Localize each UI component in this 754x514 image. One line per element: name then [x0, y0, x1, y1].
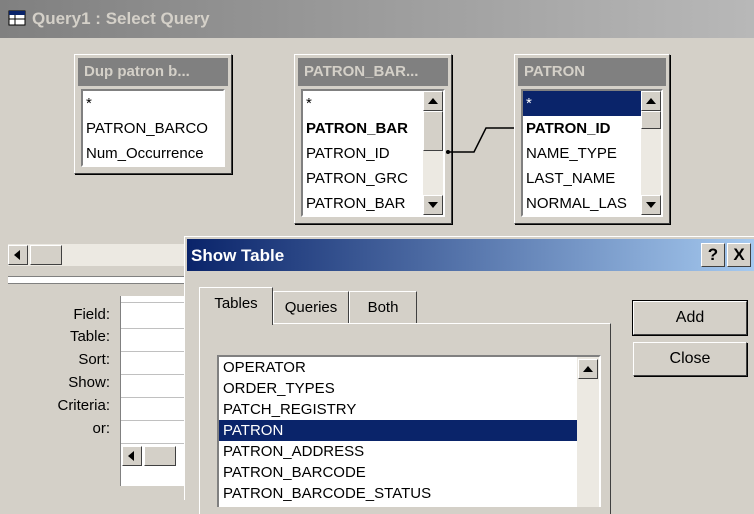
list-item-selected[interactable]: PATRON	[219, 420, 599, 441]
field-item[interactable]: PATRON_GRC	[303, 166, 443, 191]
query-design-pane: Dup patron b... * PATRON_BARCO Num_Occur…	[8, 38, 746, 268]
field-item[interactable]: PATRON_BAR	[303, 191, 443, 215]
list-item[interactable]: PATRON_BARCODE_STATUS	[219, 483, 599, 504]
arrow-left-icon	[14, 250, 20, 260]
scroll-thumb[interactable]	[641, 111, 661, 129]
join-line[interactable]	[446, 120, 518, 160]
field-item[interactable]: PATRON_ID	[303, 141, 443, 166]
grid-line	[121, 328, 191, 329]
list-item[interactable]: ORDER_TYPES	[219, 378, 599, 399]
scroll-down-button[interactable]	[641, 195, 661, 215]
help-button[interactable]: ?	[701, 243, 725, 267]
scroll-up-button[interactable]	[423, 91, 443, 111]
field-list-title[interactable]: PATRON	[518, 58, 666, 86]
vertical-scrollbar[interactable]	[423, 91, 443, 215]
grid-line	[121, 420, 191, 421]
grid-line	[121, 374, 191, 375]
close-button[interactable]: Close	[633, 342, 747, 376]
field-list-patron-barcode[interactable]: PATRON_BAR... * PATRON_BAR PATRON_ID PAT…	[294, 54, 452, 224]
list-item[interactable]: PATRON_ADDRESS	[219, 441, 599, 462]
grid-row-label-criteria: Criteria:	[57, 397, 110, 414]
field-list-dup-patron[interactable]: Dup patron b... * PATRON_BARCO Num_Occur…	[74, 54, 232, 174]
field-list-box: * PATRON_ID NAME_TYPE LAST_NAME NORMAL_L…	[521, 89, 663, 217]
scroll-thumb[interactable]	[30, 245, 62, 265]
arrow-down-icon	[646, 202, 656, 208]
table-list-scrollbar[interactable]	[577, 357, 599, 507]
query-icon	[8, 10, 26, 26]
vertical-scrollbar[interactable]	[641, 91, 661, 215]
list-item[interactable]: PATCH_REGISTRY	[219, 399, 599, 420]
grid-scroll-left-button[interactable]	[122, 446, 142, 466]
grid-line	[121, 443, 191, 444]
scroll-up-button[interactable]	[641, 91, 661, 111]
grid-line	[121, 302, 191, 303]
grid-scroll-thumb[interactable]	[144, 446, 176, 466]
dialog-title-bar[interactable]: Show Table ? X	[187, 239, 754, 271]
dialog-title: Show Table	[191, 246, 285, 265]
grid-row-label-table: Table:	[69, 328, 110, 345]
field-item[interactable]: *	[303, 91, 443, 116]
arrow-down-icon	[428, 202, 438, 208]
field-item[interactable]: *	[83, 91, 223, 116]
query-grid: Field: Table: Sort: Show: Criteria: or:	[8, 288, 191, 493]
show-table-dialog: Show Table ? X Tables Queries Both OPERA…	[184, 236, 754, 514]
grid-row-label-or: or:	[92, 420, 110, 437]
arrow-up-icon	[428, 98, 438, 104]
field-item[interactable]: PATRON_BARCO	[83, 116, 223, 141]
grid-row-label-show: Show:	[68, 374, 110, 391]
window-title-bar[interactable]: Query1 : Select Query	[0, 0, 754, 38]
tab-queries[interactable]: Queries	[273, 291, 349, 324]
field-list-box: * PATRON_BAR PATRON_ID PATRON_GRC PATRON…	[301, 89, 445, 217]
list-item[interactable]: OPERATOR	[219, 357, 599, 378]
arrow-left-icon	[128, 451, 134, 461]
field-item-key[interactable]: PATRON_BAR	[303, 116, 443, 141]
table-list[interactable]: OPERATOR ORDER_TYPES PATCH_REGISTRY PATR…	[217, 355, 601, 507]
scroll-up-button[interactable]	[578, 359, 598, 379]
window-title: Query1 : Select Query	[32, 9, 210, 28]
scroll-down-button[interactable]	[423, 195, 443, 215]
field-list-title[interactable]: PATRON_BAR...	[298, 58, 448, 86]
grid-line	[121, 397, 191, 398]
grid-row-label-sort: Sort:	[78, 351, 110, 368]
field-item[interactable]: Num_Occurrence	[83, 141, 223, 165]
arrow-up-icon	[583, 366, 593, 372]
add-button[interactable]: Add	[632, 300, 748, 336]
dialog-close-icon[interactable]: X	[727, 243, 751, 267]
list-item[interactable]: PATRON_BARCODE	[219, 462, 599, 483]
field-list-patron[interactable]: PATRON * PATRON_ID NAME_TYPE LAST_NAME N…	[514, 54, 670, 224]
tab-tables[interactable]: Tables	[199, 287, 273, 325]
grid-row-label-field: Field:	[73, 306, 110, 323]
scroll-left-button[interactable]	[8, 245, 28, 265]
arrow-up-icon	[646, 98, 656, 104]
scroll-thumb[interactable]	[423, 111, 443, 151]
grid-line	[121, 351, 191, 352]
tab-both[interactable]: Both	[349, 291, 417, 324]
field-list-box: * PATRON_BARCO Num_Occurrence	[81, 89, 225, 167]
field-list-title[interactable]: Dup patron b...	[78, 58, 228, 86]
